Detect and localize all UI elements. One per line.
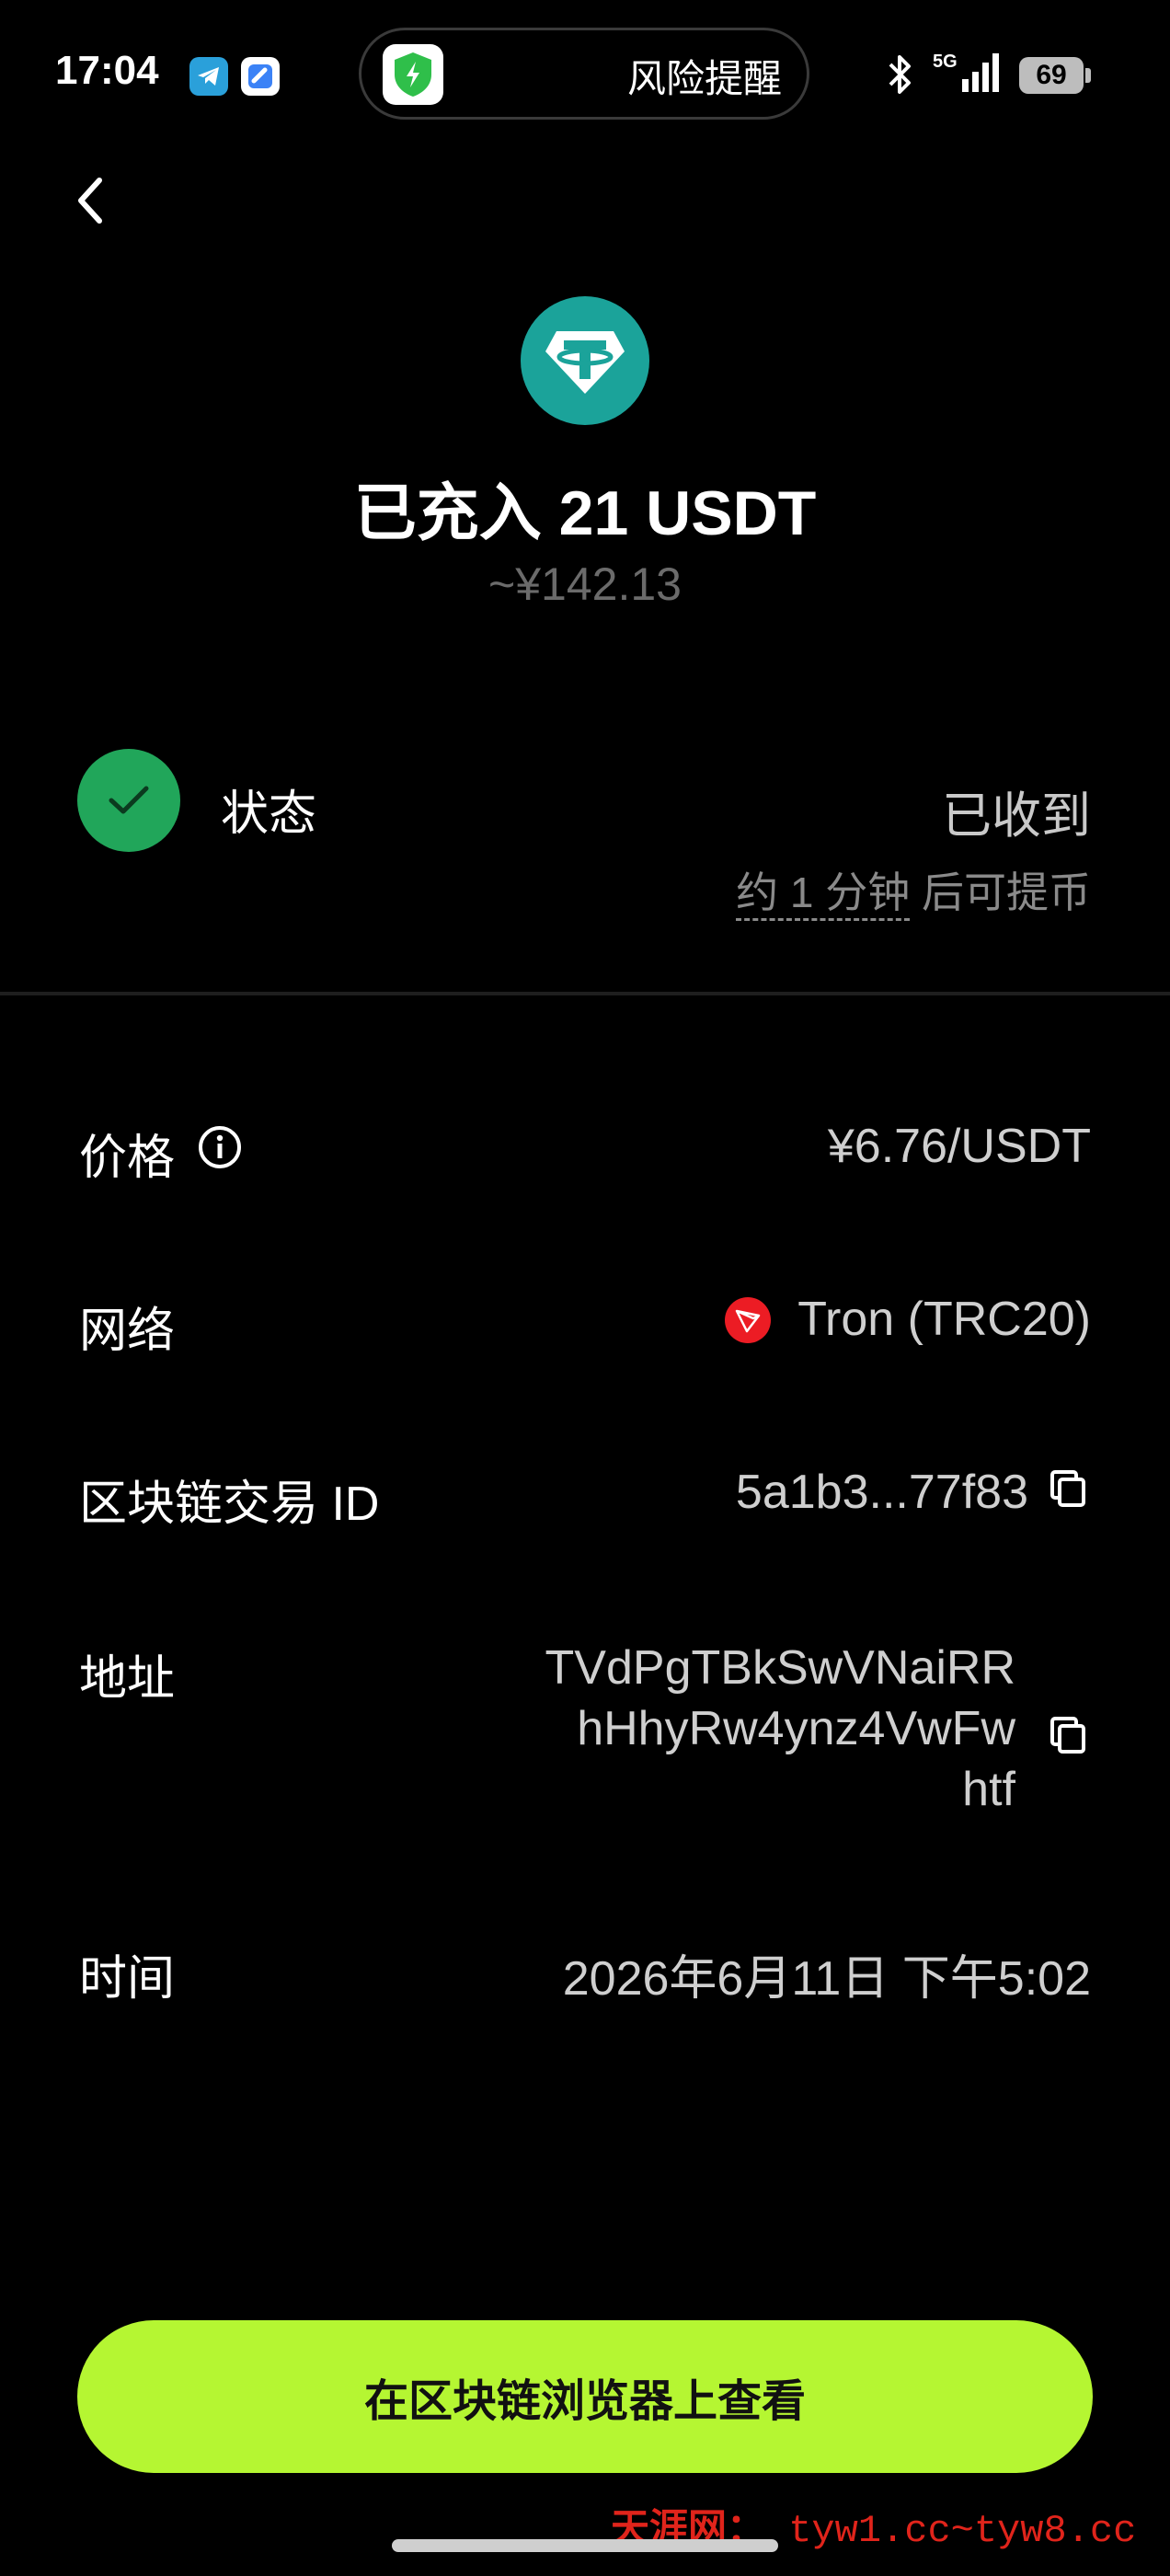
withdraw-time-tooltip[interactable]: 约 1 分钟: [736, 868, 911, 921]
telegram-icon: [189, 57, 228, 96]
copy-tx-id-button[interactable]: [1047, 1468, 1089, 1511]
address-line: TVdPgTBkSwVNaiRR: [545, 1641, 1015, 1695]
copy-address-button[interactable]: [1047, 1715, 1089, 1757]
view-on-explorer-button[interactable]: 在区块链浏览器上查看: [77, 2320, 1093, 2473]
bluetooth-icon: [887, 53, 914, 100]
shield-icon: [383, 44, 443, 105]
status-label: 状态: [221, 788, 317, 841]
network-type-label: 5G: [933, 52, 958, 72]
time-label: 时间: [79, 1952, 176, 2006]
signal-strength-icon: [962, 52, 1004, 98]
info-icon[interactable]: [197, 1124, 243, 1175]
battery-cap: [1085, 68, 1091, 83]
security-alert-label: 风险提醒: [626, 57, 782, 100]
withdraw-suffix: 后可提币: [910, 868, 1091, 916]
network-value: Tron (TRC20): [797, 1293, 1091, 1346]
fiat-value: ~¥142.13: [488, 558, 682, 610]
address-line: htf: [962, 1763, 1015, 1816]
watermark-urls: tyw1.cc~tyw8.cc: [765, 2509, 1137, 2553]
copy-icon: [1050, 1717, 1085, 1754]
address-label: 地址: [79, 1652, 176, 1706]
status-value: 已收到: [942, 788, 1091, 844]
address-line: hHhyRw4ynz4VwFw: [577, 1702, 1015, 1755]
tron-icon: [725, 1297, 771, 1343]
back-button[interactable]: [72, 173, 109, 233]
withdraw-availability: 约 1 分钟 后可提币: [589, 859, 1091, 921]
price-label: 价格: [79, 1132, 176, 1185]
tether-usdt-icon: [521, 296, 649, 425]
battery-indicator: 69: [1019, 57, 1084, 94]
tx-id-value: 5a1b3...77f83: [735, 1466, 1028, 1519]
network-label: 网络: [79, 1305, 176, 1358]
home-indicator[interactable]: [392, 2539, 778, 2552]
deposit-title: 已充入 21 USDT: [353, 478, 817, 548]
check-icon: [77, 749, 180, 852]
chevron-left-icon: [78, 178, 102, 224]
section-divider: [0, 992, 1170, 995]
address-value: TVdPgTBkSwVNaiRR hHhyRw4ynz4VwFw htf: [478, 1638, 1015, 1820]
copy-icon: [1050, 1470, 1085, 1507]
app-b-icon: [241, 57, 280, 96]
status-bar-time: 17:04: [55, 48, 159, 93]
price-value: ¥6.76/USDT: [827, 1120, 1091, 1173]
tx-id-label: 区块链交易 ID: [79, 1478, 380, 1531]
time-value: 2026年6月11日 下午5:02: [562, 1952, 1091, 2006]
